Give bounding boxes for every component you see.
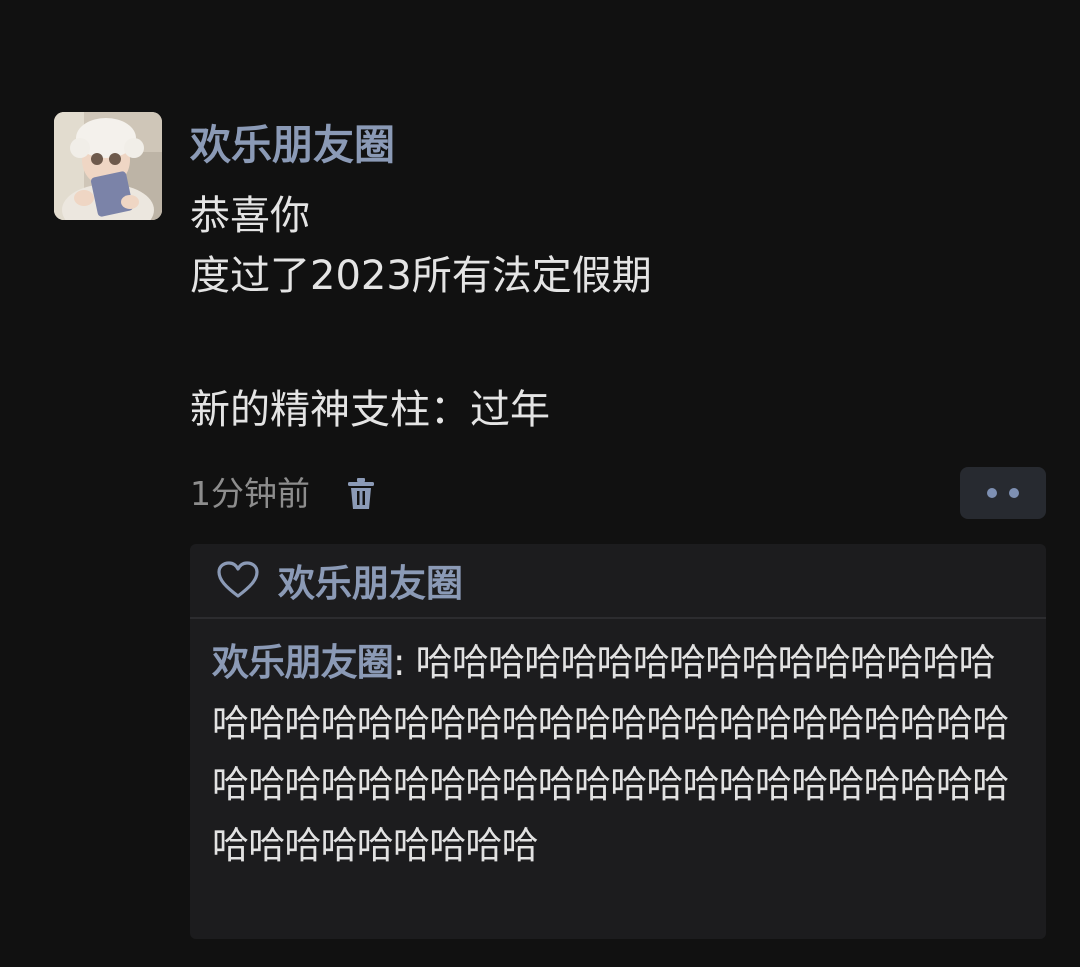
comment-item[interactable]: 欢乐朋友圈: 哈哈哈哈哈哈哈哈哈哈哈哈哈哈哈哈哈哈哈哈哈哈哈哈哈哈哈哈哈哈哈哈哈… [212, 632, 1024, 876]
more-button[interactable] [960, 467, 1046, 519]
post-text-line: 新的精神支柱：过年 [190, 387, 550, 433]
moments-post: 欢乐朋友圈 恭喜你 度过了2023所有法定假期 新的精神支柱：过年 1分钟前 欢… [0, 0, 1080, 967]
more-dots-icon [1009, 488, 1019, 498]
heart-icon [216, 560, 260, 600]
post-time: 1分钟前 [190, 474, 310, 513]
likes-row: 欢乐朋友圈 [190, 544, 1046, 616]
divider [190, 617, 1046, 619]
post-meta: 1分钟前 [190, 470, 376, 518]
comment-separator: : [393, 641, 416, 684]
comment-author[interactable]: 欢乐朋友圈 [212, 641, 394, 684]
avatar[interactable] [54, 112, 162, 220]
post-text-line: 恭喜你 [190, 193, 310, 239]
interaction-panel: 欢乐朋友圈 欢乐朋友圈: 哈哈哈哈哈哈哈哈哈哈哈哈哈哈哈哈哈哈哈哈哈哈哈哈哈哈哈… [190, 544, 1046, 939]
baby-avatar-photo [54, 112, 162, 220]
post-author[interactable]: 欢乐朋友圈 [190, 118, 395, 172]
like-user-name[interactable]: 欢乐朋友圈 [278, 553, 463, 607]
more-dots-icon [987, 488, 997, 498]
trash-icon[interactable] [346, 477, 376, 511]
post-content: 恭喜你 度过了2023所有法定假期 新的精神支柱：过年 [190, 186, 1030, 440]
post-text-line: 度过了2023所有法定假期 [190, 253, 652, 299]
